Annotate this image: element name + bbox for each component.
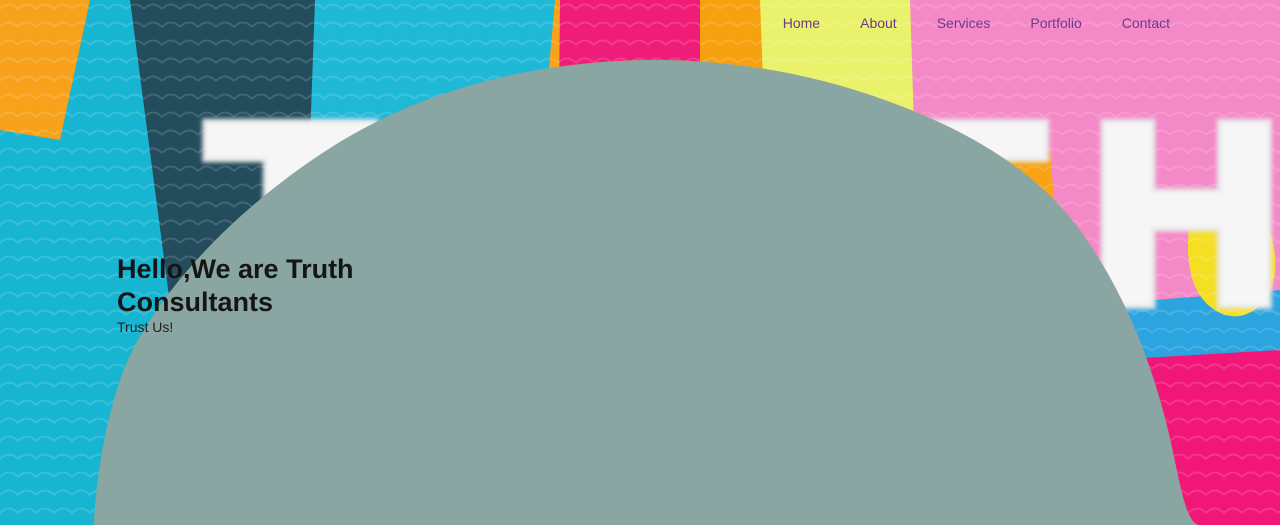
main-navigation: Home About Services Portfolio Contact xyxy=(783,14,1170,32)
nav-portfolio-link[interactable]: Portfolio xyxy=(1030,14,1081,32)
nav-contact-link[interactable]: Contact xyxy=(1122,14,1170,32)
hero-section: TRUTH Home About Services Portfolio Cont… xyxy=(0,0,1280,525)
hero-subtitle: Trust Us! xyxy=(117,319,174,335)
hero-copy: Hello,We are Truth Consultants Trust Us! xyxy=(117,253,417,335)
nav-services-link[interactable]: Services xyxy=(937,14,991,32)
nav-about-link[interactable]: About xyxy=(860,14,897,32)
nav-home-link[interactable]: Home xyxy=(783,14,820,32)
hero-title: Hello,We are Truth Consultants xyxy=(117,254,354,317)
